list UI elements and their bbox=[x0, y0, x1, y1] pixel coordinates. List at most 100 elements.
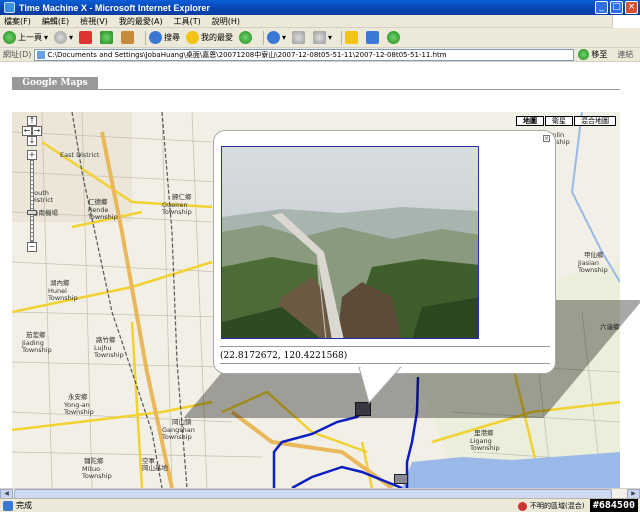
zone-label: 不明的區域(混合) bbox=[530, 502, 585, 510]
menu-favorites[interactable]: 我的最愛(A) bbox=[119, 16, 163, 27]
menu-edit[interactable]: 編輯(E) bbox=[42, 16, 69, 27]
pan-left-button[interactable]: ← bbox=[22, 126, 32, 136]
go-label: 移至 bbox=[591, 50, 608, 59]
place-label: Yong-an Township bbox=[64, 401, 94, 416]
windows-logo-icon bbox=[612, 15, 640, 28]
info-divider bbox=[220, 346, 550, 347]
go-button[interactable]: 移至 bbox=[578, 49, 607, 60]
map-type-hybrid[interactable]: 混合地圖 bbox=[574, 116, 616, 126]
menu-tools[interactable]: 工具(T) bbox=[174, 16, 201, 27]
links-toolbar[interactable]: 連結 bbox=[617, 49, 633, 60]
close-button[interactable]: × bbox=[625, 1, 638, 14]
pan-right-button[interactable]: → bbox=[32, 126, 42, 136]
toolbar-separator bbox=[263, 30, 265, 45]
favorites-icon bbox=[186, 31, 200, 44]
place-label: Rende Township bbox=[88, 206, 118, 221]
favorites-button[interactable]: 我的最愛 bbox=[186, 31, 233, 44]
zone-icon bbox=[518, 501, 527, 511]
place-label: 仁德鄉 bbox=[88, 198, 108, 206]
messenger-icon bbox=[387, 31, 401, 44]
menu-bar: 檔案(F) 編輯(E) 檢視(V) 我的最愛(A) 工具(T) 說明(H) bbox=[0, 15, 640, 28]
place-label: Jiasian Township bbox=[578, 259, 608, 274]
place-label: 永安鄉 bbox=[68, 393, 88, 401]
favorites-label: 我的最愛 bbox=[201, 33, 234, 42]
go-arrow-icon bbox=[578, 49, 590, 60]
page-done-icon bbox=[3, 500, 13, 511]
forward-button[interactable]: ▾ bbox=[54, 31, 73, 44]
page-icon bbox=[37, 50, 46, 59]
place-label: Mituo Township bbox=[82, 465, 112, 480]
place-label: Gangshan Township bbox=[162, 426, 195, 441]
search-label: 搜尋 bbox=[164, 33, 181, 42]
place-label: Lujhu Township bbox=[94, 344, 124, 359]
zoom-slider[interactable] bbox=[30, 160, 34, 242]
place-label: 甲仙鄉 bbox=[584, 251, 604, 259]
place-label: 彌陀鄉 bbox=[84, 457, 104, 465]
place-label: 岡山鎮 bbox=[172, 418, 192, 426]
landscape-photo bbox=[222, 147, 478, 338]
header-divider bbox=[12, 89, 620, 90]
research-button[interactable] bbox=[366, 31, 381, 44]
status-bar: 完成 不明的區域(混合) #684500 bbox=[0, 498, 640, 512]
place-label: East District bbox=[60, 151, 100, 159]
map-type-map[interactable]: 地圖 bbox=[516, 116, 544, 126]
window-controls: _ □ × bbox=[595, 1, 638, 14]
menu-view[interactable]: 檢視(V) bbox=[80, 16, 108, 27]
place-label: 湖內鄉 bbox=[50, 279, 70, 287]
print-button[interactable] bbox=[292, 31, 307, 44]
back-button[interactable]: 上一頁 ▾ bbox=[3, 31, 48, 44]
address-label: 網址(D) bbox=[3, 50, 32, 59]
place-label: 路竹鄉 bbox=[96, 336, 116, 344]
info-divider bbox=[220, 363, 550, 364]
history-button[interactable] bbox=[239, 31, 254, 44]
refresh-button[interactable] bbox=[100, 31, 115, 44]
messenger-button[interactable] bbox=[387, 31, 402, 44]
refresh-icon bbox=[100, 31, 114, 44]
title-bar: Time Machine X - Microsoft Internet Expl… bbox=[0, 0, 640, 15]
place-label: 里港鄉 bbox=[474, 429, 494, 437]
mail-icon bbox=[267, 31, 281, 44]
back-label: 上一頁 bbox=[18, 33, 42, 42]
edit-icon bbox=[313, 31, 327, 44]
map-type-satellite[interactable]: 衛星 bbox=[545, 116, 573, 126]
zoom-out-button[interactable]: − bbox=[27, 242, 37, 252]
map-info-window: × (22.8172672, 120.4221568) bbox=[213, 130, 556, 374]
map-type-controls: 地圖 衛星 混合地圖 bbox=[515, 116, 616, 126]
page-content: Google Maps East District 仁德鄉 Rende Town… bbox=[0, 62, 640, 488]
maximize-button[interactable]: □ bbox=[610, 1, 623, 14]
info-coordinates: (22.8172672, 120.4221568) bbox=[220, 351, 348, 361]
close-icon[interactable]: × bbox=[543, 135, 550, 142]
print-icon bbox=[292, 31, 306, 44]
search-button[interactable]: 搜尋 bbox=[149, 31, 180, 44]
pan-up-button[interactable]: ↑ bbox=[27, 116, 37, 126]
toolbar-separator bbox=[145, 30, 147, 45]
home-button[interactable] bbox=[121, 31, 136, 44]
search-icon bbox=[149, 31, 163, 44]
stop-button[interactable] bbox=[79, 31, 94, 44]
place-label: 空軍 岡山基地 bbox=[142, 457, 168, 472]
photo-marker[interactable] bbox=[394, 474, 408, 484]
place-label: Ligang Township bbox=[470, 437, 500, 452]
place-label: Gueiren Township bbox=[162, 201, 192, 216]
stop-icon bbox=[79, 31, 93, 44]
history-icon bbox=[239, 31, 253, 44]
research-icon bbox=[366, 31, 380, 44]
folder-button[interactable] bbox=[345, 31, 360, 44]
mail-button[interactable]: ▾ bbox=[267, 31, 286, 44]
horizontal-scrollbar[interactable]: ◀ ▶ bbox=[0, 488, 640, 499]
info-window-tail bbox=[358, 367, 402, 405]
address-input[interactable]: C:\Documents and Settings\JobaHuang\桌面\嘉… bbox=[34, 48, 575, 61]
address-value: C:\Documents and Settings\JobaHuang\桌面\嘉… bbox=[47, 50, 447, 59]
place-label: 茄萣鄉 bbox=[26, 331, 46, 339]
pan-down-button[interactable]: ↓ bbox=[27, 136, 37, 146]
zoom-in-button[interactable]: + bbox=[27, 150, 37, 160]
place-label: Hunei Township bbox=[48, 287, 78, 302]
menu-help[interactable]: 說明(H) bbox=[212, 16, 240, 27]
folder-icon bbox=[345, 31, 359, 44]
minimize-button[interactable]: _ bbox=[595, 1, 608, 14]
status-text: 完成 bbox=[0, 500, 32, 511]
menu-file[interactable]: 檔案(F) bbox=[4, 16, 31, 27]
home-icon bbox=[121, 31, 135, 44]
zoom-slider-thumb[interactable] bbox=[27, 210, 37, 215]
edit-button[interactable]: ▾ bbox=[313, 31, 332, 44]
